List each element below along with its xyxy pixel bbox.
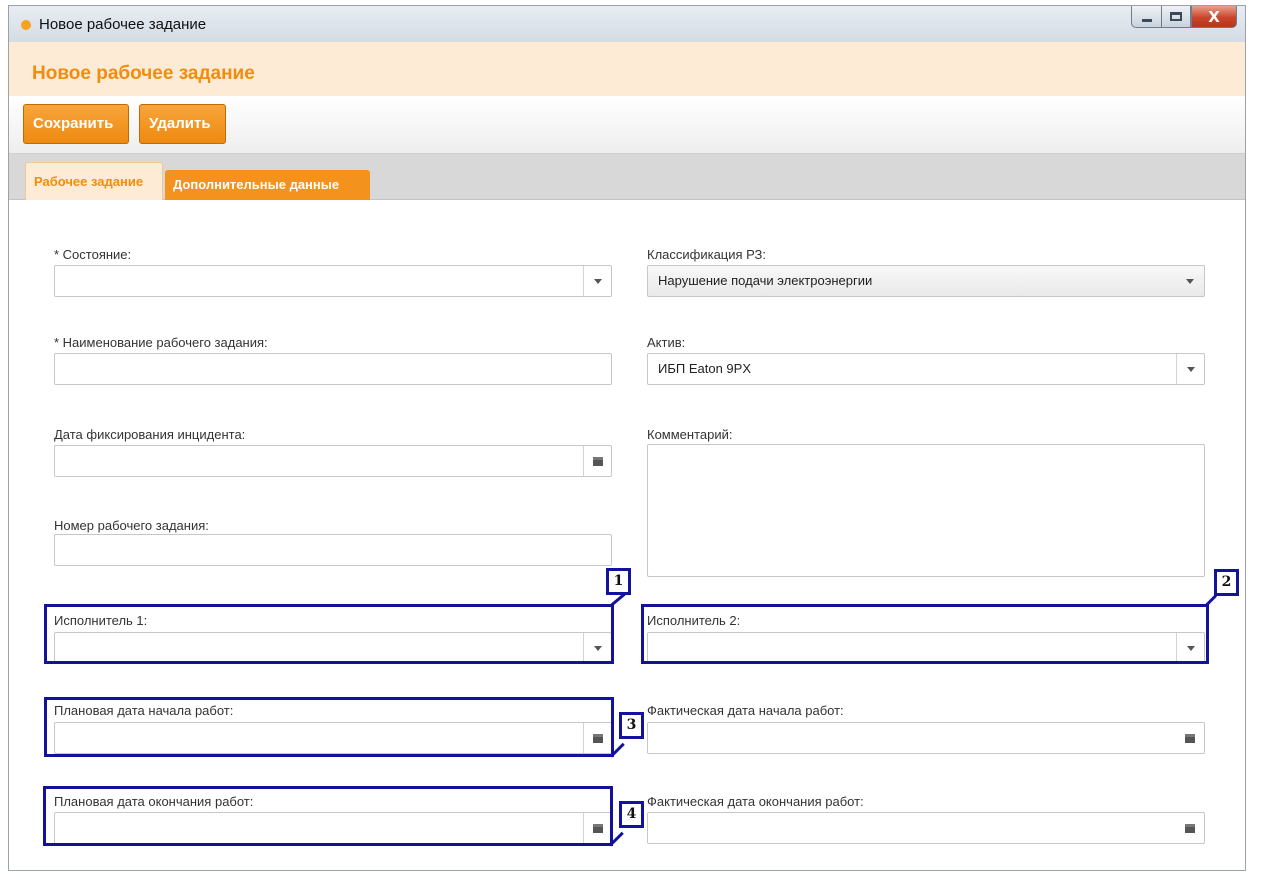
actual-end-picker-button[interactable] bbox=[1176, 813, 1204, 843]
highlight-box-4 bbox=[43, 786, 613, 846]
state-select[interactable] bbox=[54, 265, 612, 297]
incident-date-label: Дата фиксирования инцидента: bbox=[54, 427, 246, 442]
asset-dropdown-button[interactable] bbox=[1176, 354, 1204, 384]
callout-badge-3: 3 bbox=[619, 712, 644, 739]
classification-label: Классификация РЗ: bbox=[647, 247, 767, 262]
toolbar: Сохранить Удалить bbox=[9, 96, 1245, 154]
asset-label: Актив: bbox=[647, 335, 686, 350]
task-name-input[interactable] bbox=[54, 353, 612, 385]
close-button[interactable]: X bbox=[1191, 6, 1237, 28]
app-window: Новое рабочее задание X Новое рабочее за… bbox=[8, 5, 1246, 871]
maximize-icon bbox=[1170, 12, 1182, 21]
classification-value: Нарушение подачи электроэнергии bbox=[658, 273, 873, 288]
calendar-icon bbox=[1185, 823, 1195, 833]
incident-date-picker-button[interactable] bbox=[583, 446, 611, 476]
highlight-box-1 bbox=[44, 604, 614, 664]
highlight-box-2 bbox=[641, 604, 1209, 664]
minimize-icon bbox=[1141, 19, 1152, 22]
actual-start-label: Фактическая дата начала работ: bbox=[647, 703, 844, 718]
task-number-input[interactable] bbox=[54, 534, 612, 566]
minimize-button[interactable] bbox=[1131, 6, 1161, 28]
classification-select[interactable]: Нарушение подачи электроэнергии bbox=[647, 265, 1205, 297]
close-icon: X bbox=[1208, 7, 1220, 26]
actual-end-label: Фактическая дата окончания работ: bbox=[647, 794, 864, 809]
app-icon bbox=[21, 20, 31, 30]
comment-label: Комментарий: bbox=[647, 427, 733, 442]
state-dropdown-button[interactable] bbox=[583, 266, 611, 296]
calendar-icon bbox=[592, 456, 603, 466]
tab-bar: Рабочее задание Дополнительные данные bbox=[9, 154, 1245, 200]
window-controls: X bbox=[1131, 6, 1237, 28]
chevron-down-icon bbox=[1186, 366, 1195, 372]
asset-value: ИБП Eaton 9PX bbox=[658, 361, 751, 376]
page-header: Новое рабочее задание bbox=[9, 42, 1245, 96]
callout-connector-2 bbox=[1204, 594, 1217, 607]
highlight-box-3 bbox=[44, 697, 614, 757]
calendar-icon bbox=[1185, 733, 1195, 743]
tab-work-order[interactable]: Рабочее задание bbox=[25, 162, 163, 200]
actual-start-input[interactable] bbox=[647, 722, 1205, 754]
save-button[interactable]: Сохранить bbox=[23, 104, 129, 144]
asset-select[interactable]: ИБП Eaton 9PX bbox=[647, 353, 1205, 385]
window-title: Новое рабочее задание bbox=[39, 16, 207, 33]
delete-button[interactable]: Удалить bbox=[139, 104, 226, 144]
task-number-label: Номер рабочего задания: bbox=[54, 518, 209, 533]
chevron-down-icon bbox=[593, 278, 602, 284]
chevron-down-icon bbox=[1186, 278, 1194, 284]
task-name-label: * Наименование рабочего задания: bbox=[54, 335, 268, 350]
state-label: * Состояние: bbox=[54, 247, 132, 262]
callout-badge-4: 4 bbox=[619, 801, 644, 828]
incident-date-input[interactable] bbox=[54, 445, 612, 477]
maximize-button[interactable] bbox=[1161, 6, 1191, 28]
tab-additional-data[interactable]: Дополнительные данные bbox=[165, 170, 370, 200]
callout-badge-2: 2 bbox=[1214, 569, 1239, 596]
actual-start-picker-button[interactable] bbox=[1176, 723, 1204, 753]
classification-dropdown-button[interactable] bbox=[1176, 266, 1204, 296]
page-title: Новое рабочее задание bbox=[32, 63, 255, 84]
comment-textarea[interactable] bbox=[647, 444, 1205, 577]
title-bar[interactable]: Новое рабочее задание X bbox=[9, 6, 1245, 42]
callout-badge-1: 1 bbox=[606, 568, 631, 595]
actual-end-input[interactable] bbox=[647, 812, 1205, 844]
